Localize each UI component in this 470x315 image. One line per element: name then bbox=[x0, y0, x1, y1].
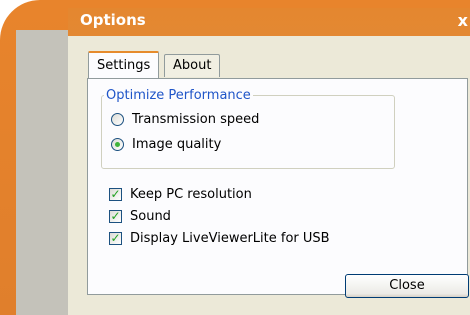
optimize-performance-group: Optimize Performance Transmission speed … bbox=[101, 88, 395, 169]
tab-about[interactable]: About bbox=[164, 54, 221, 77]
close-icon[interactable]: x bbox=[458, 11, 468, 30]
close-button[interactable]: Close bbox=[345, 274, 469, 298]
checkbox-label: Keep PC resolution bbox=[130, 187, 252, 202]
radio-button[interactable] bbox=[111, 113, 124, 126]
radio-label: Image quality bbox=[132, 137, 222, 152]
options-dialog: Settings About Optimize Performance Tran… bbox=[68, 36, 470, 315]
dialog-titlebar[interactable]: Options x bbox=[68, 8, 470, 38]
checkbox-sound[interactable]: ✓ Sound bbox=[109, 209, 171, 224]
checkbox-label: Display LiveViewerLite for USB bbox=[130, 231, 330, 246]
radio-button-selected[interactable] bbox=[111, 138, 124, 151]
checkbox-keep-pc-resolution[interactable]: ✓ Keep PC resolution bbox=[109, 187, 252, 202]
checkmark-icon[interactable]: ✓ bbox=[109, 210, 122, 223]
tab-settings[interactable]: Settings bbox=[88, 51, 160, 78]
radio-label: Transmission speed bbox=[132, 112, 260, 127]
checkmark-icon[interactable]: ✓ bbox=[109, 188, 122, 201]
checkbox-label: Sound bbox=[130, 209, 171, 224]
settings-panel: Optimize Performance Transmission speed … bbox=[87, 78, 468, 295]
dialog-title: Options bbox=[80, 11, 146, 29]
radio-image-quality[interactable]: Image quality bbox=[111, 137, 221, 152]
checkbox-display-liveviewerlite[interactable]: ✓ Display LiveViewerLite for USB bbox=[109, 231, 330, 246]
group-legend: Optimize Performance bbox=[104, 88, 253, 103]
radio-transmission-speed[interactable]: Transmission speed bbox=[111, 112, 259, 127]
checkmark-icon[interactable]: ✓ bbox=[109, 232, 122, 245]
